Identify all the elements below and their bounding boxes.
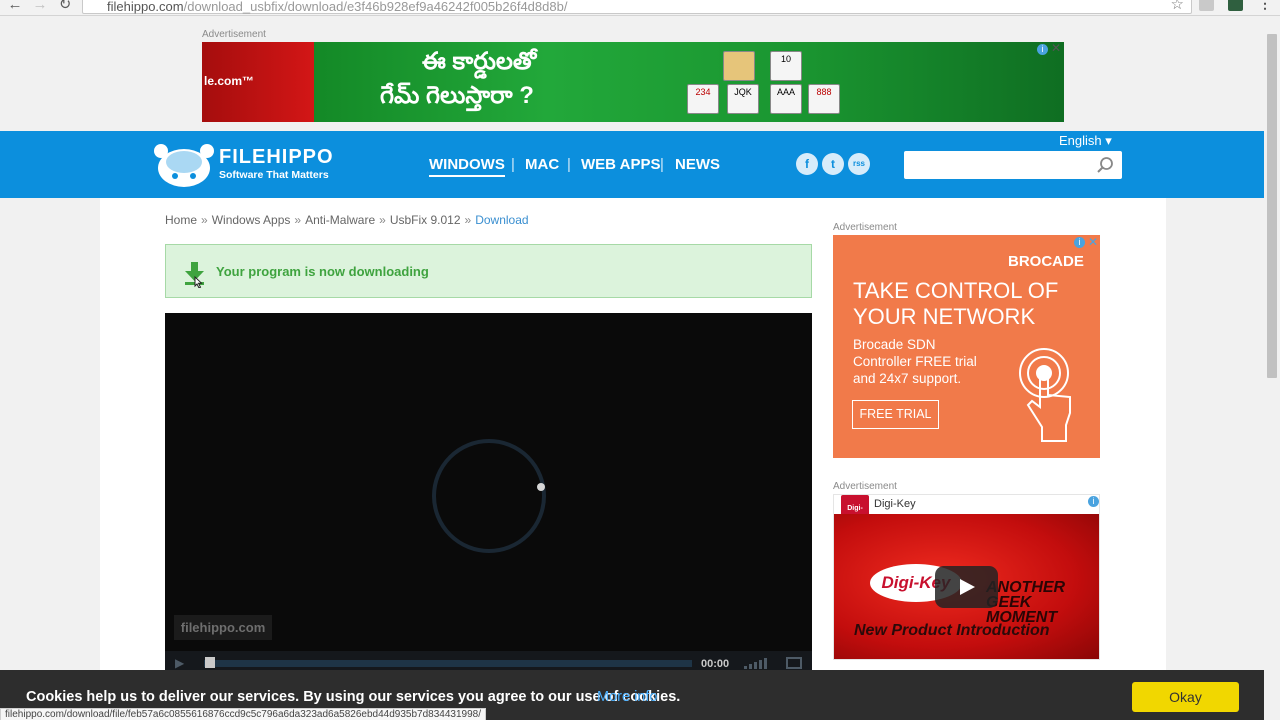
nav-news[interactable]: NEWS: [675, 156, 720, 173]
digikey-caption: New Product Introduction: [854, 622, 1050, 639]
playing-card-icon: 888: [808, 84, 840, 114]
progress-handle[interactable]: [205, 657, 215, 668]
extension-icon[interactable]: [1199, 0, 1214, 11]
download-arrow-icon: [185, 262, 204, 288]
ad-close-icon[interactable]: ✕: [1088, 236, 1098, 248]
facebook-icon[interactable]: f: [796, 153, 818, 175]
playing-card-icon: JQK: [727, 84, 759, 114]
ad-brand: le.com™: [204, 74, 255, 88]
video-progress-bar[interactable]: [204, 660, 692, 667]
nav-mac[interactable]: MAC: [525, 156, 559, 173]
language-selector[interactable]: English ▾: [1059, 133, 1112, 149]
ad-label: Advertisement: [833, 222, 897, 233]
ad-info-icon[interactable]: i: [1088, 496, 1099, 507]
extension-icon[interactable]: [1228, 0, 1243, 11]
breadcrumb-windows-apps[interactable]: Windows Apps: [212, 213, 291, 227]
ad-info-icon[interactable]: i: [1037, 44, 1048, 55]
top-banner-ad[interactable]: le.com™ ఈ కార్డులతో గేమ్ గెలుస్తారా ? 10…: [202, 42, 1064, 122]
video-time: 00:00: [701, 658, 730, 670]
status-bar-url: filehippo.com/download/file/feb57a6c0855…: [0, 708, 486, 720]
fullscreen-icon[interactable]: [786, 657, 802, 669]
touch-hand-icon: [1019, 348, 1071, 442]
breadcrumb-usbfix[interactable]: UsbFix 9.012: [390, 213, 461, 227]
back-icon[interactable]: ←: [6, 0, 24, 13]
breadcrumb: Home» Windows Apps» Anti-Malware» UsbFix 9.…: [165, 213, 529, 227]
video-play-icon[interactable]: [935, 566, 998, 608]
nav-web-apps[interactable]: WEB APPS: [581, 156, 660, 173]
playing-card-icon: 234: [687, 84, 719, 114]
loading-spinner-icon: [432, 439, 546, 553]
brocade-headline: TAKE CONTROL OF YOUR NETWORK: [853, 278, 1059, 329]
play-icon[interactable]: ▶: [175, 656, 184, 670]
browser-menu-icon[interactable]: ⋮: [1258, 0, 1272, 10]
brocade-ad[interactable]: BROCADE TAKE CONTROL OF YOUR NETWORK Bro…: [833, 235, 1100, 458]
ad-subheadline: గేమ్ గెలుస్తారా ?: [380, 82, 534, 109]
forward-icon[interactable]: →: [31, 0, 49, 13]
breadcrumb-anti-malware[interactable]: Anti-Malware: [305, 213, 375, 227]
brocade-body: Brocade SDN Controller FREE trial and 24…: [853, 337, 977, 386]
filehippo-logo-icon[interactable]: [153, 142, 215, 188]
bookmark-star-icon[interactable]: ☆: [1171, 0, 1184, 12]
address-url: filehippo.com/download_usbfix/download/e…: [107, 0, 568, 14]
nav-separator: |: [567, 156, 571, 173]
playing-card-icon: AAA: [770, 84, 802, 114]
browser-toolbar: ← → ↻ filehippo.com/download_usbfix/down…: [0, 0, 1280, 16]
nav-windows[interactable]: WINDOWS: [429, 156, 505, 177]
search-icon[interactable]: [1096, 156, 1114, 174]
playing-card-icon: 10: [770, 51, 802, 81]
more-info-link[interactable]: More info: [597, 689, 657, 705]
download-message: Your program is now downloading: [216, 264, 429, 279]
nav-separator: |: [511, 156, 515, 173]
video-watermark: filehippo.com: [174, 615, 272, 640]
scrollbar-thumb[interactable]: [1267, 34, 1277, 378]
playing-card-icon: [723, 51, 755, 81]
volume-icon[interactable]: [744, 657, 770, 669]
cookie-okay-button[interactable]: Okay: [1132, 682, 1239, 712]
ad-close-icon[interactable]: ✕: [1051, 42, 1061, 55]
cookie-message: Cookies help us to deliver our services.…: [26, 689, 681, 705]
reload-icon[interactable]: ↻: [56, 0, 74, 13]
address-bar[interactable]: filehippo.com/download_usbfix/download/e…: [82, 0, 1192, 14]
rss-icon[interactable]: rss: [848, 153, 870, 175]
logo-tagline: Software That Matters: [219, 169, 329, 181]
search-input[interactable]: [904, 151, 1122, 179]
logo-name[interactable]: FILEHIPPO: [219, 146, 334, 169]
nav-separator: |: [660, 156, 664, 173]
ad-headline: ఈ కార్డులతో: [422, 48, 537, 75]
twitter-icon[interactable]: t: [822, 153, 844, 175]
free-trial-button[interactable]: FREE TRIAL: [852, 400, 939, 429]
ad-label: Advertisement: [202, 29, 266, 40]
advertiser-name[interactable]: Digi-Key: [874, 498, 916, 510]
ad-info-icon[interactable]: i: [1074, 237, 1085, 248]
ad-label: Advertisement: [833, 481, 897, 492]
ad-brand-panel: le.com™: [202, 42, 314, 122]
brocade-logo: BROCADE: [1008, 253, 1084, 270]
breadcrumb-current[interactable]: Download: [475, 213, 528, 227]
breadcrumb-home[interactable]: Home: [165, 213, 197, 227]
